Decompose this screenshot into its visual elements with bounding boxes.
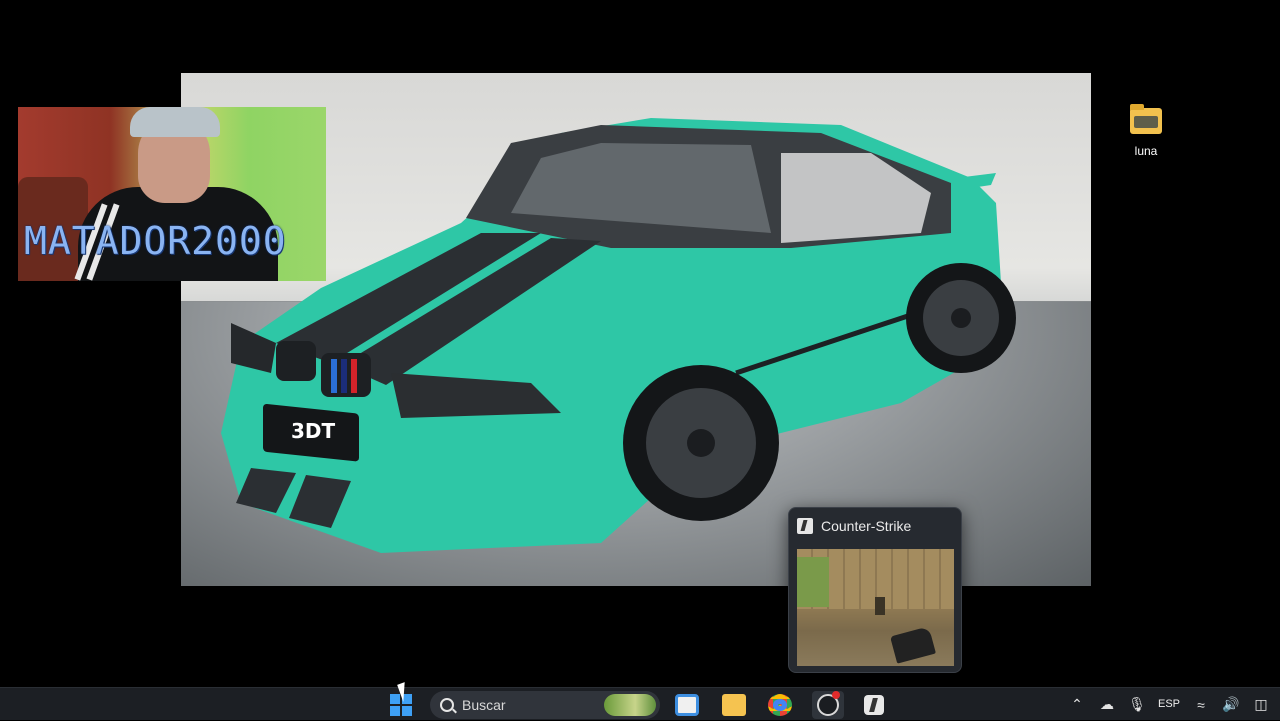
game-weapon	[890, 626, 936, 664]
chevron-up-icon[interactable]: ⌃	[1068, 696, 1086, 713]
onedrive-icon[interactable]: ☁	[1098, 696, 1116, 713]
taskbar-search[interactable]: Buscar	[430, 691, 660, 719]
taskbar-app-chrome[interactable]	[766, 691, 794, 719]
counter-strike-icon	[864, 695, 884, 715]
webcam-person-cap	[130, 107, 220, 137]
preview-title: Counter-Strike	[821, 518, 912, 534]
store-icon	[675, 694, 699, 716]
counter-strike-icon	[797, 518, 813, 534]
language-label: ESP	[1157, 698, 1180, 710]
file-explorer-icon	[722, 694, 746, 716]
plate-text: 3DT	[291, 419, 336, 443]
taskbar-app-file-explorer[interactable]	[720, 691, 748, 719]
volume-icon[interactable]: 🔊	[1222, 696, 1240, 713]
search-icon	[440, 698, 454, 712]
search-highlight-image	[604, 694, 656, 716]
game-enemy	[875, 597, 885, 615]
webcam-overlay: MATADOR2000	[18, 107, 326, 281]
desktop: 3DT MATADOR2000 luna Counter-Strike Busc…	[0, 0, 1280, 720]
battery-icon[interactable]: ◫	[1252, 696, 1270, 713]
game-crate	[797, 557, 829, 607]
preview-thumbnail[interactable]	[797, 549, 954, 666]
taskbar-app-store[interactable]	[673, 691, 701, 719]
microphone-icon[interactable]: 🎙	[1128, 696, 1146, 713]
desktop-icon-label: luna	[1134, 144, 1158, 158]
chrome-icon	[768, 694, 792, 716]
taskbar: Buscar ⌃ ☁ 🎙 ESP ≈ 🔊 ◫	[0, 687, 1280, 720]
folder-icon	[1130, 104, 1162, 134]
search-placeholder: Buscar	[462, 697, 506, 713]
taskbar-window-preview[interactable]: Counter-Strike	[788, 507, 962, 673]
language-indicator[interactable]: ESP	[1158, 699, 1180, 710]
recording-indicator	[832, 691, 840, 699]
system-tray: ⌃ ☁ 🎙 ESP ≈ 🔊 ◫	[1068, 688, 1280, 721]
preview-header: Counter-Strike	[797, 518, 911, 534]
webcam-overlay-text: MATADOR2000	[24, 219, 287, 263]
taskbar-app-counter-strike[interactable]	[860, 691, 888, 719]
taskbar-app-obs[interactable]	[812, 691, 844, 719]
wifi-icon[interactable]: ≈	[1192, 697, 1210, 713]
desktop-icon-luna[interactable]: luna	[1118, 104, 1174, 158]
